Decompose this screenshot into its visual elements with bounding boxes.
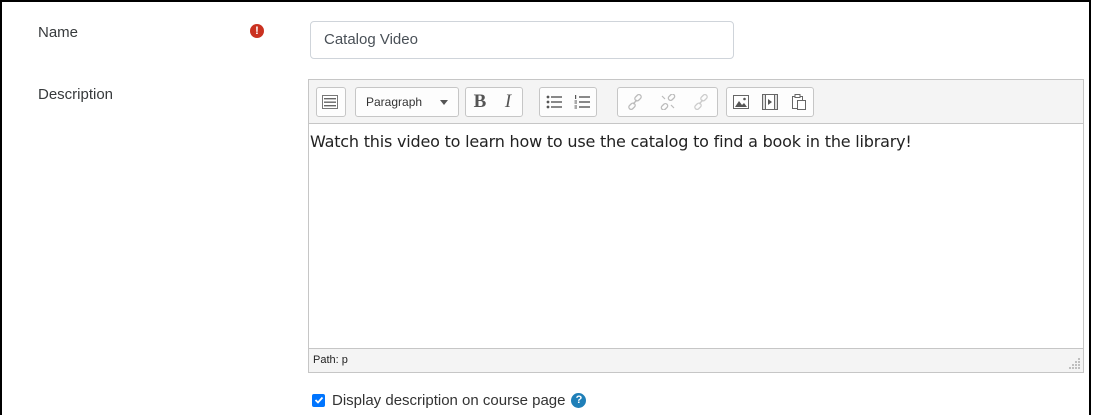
name-label: Name <box>38 24 79 41</box>
numbered-list-icon <box>574 95 590 109</box>
toolbar-toggle-button[interactable] <box>316 87 346 117</box>
image-icon <box>733 95 750 109</box>
bold-icon: B <box>473 91 487 112</box>
unlink-button[interactable] <box>651 88 684 116</box>
editor-content-area[interactable]: Watch this video to learn how to use the… <box>309 126 1083 347</box>
link-button[interactable] <box>618 88 651 116</box>
anchor-button[interactable] <box>684 88 717 116</box>
bullet-list-button[interactable] <box>540 88 568 116</box>
paste-icon <box>791 94 806 110</box>
chevron-down-icon <box>440 100 448 105</box>
media-group <box>726 87 814 117</box>
resize-handle-icon[interactable] <box>1069 358 1081 370</box>
display-description-row: Display description on course page ? <box>312 390 587 410</box>
media-button[interactable] <box>756 88 785 116</box>
format-select[interactable]: Paragraph <box>355 87 459 117</box>
bullet-list-icon <box>546 95 562 109</box>
help-icon[interactable]: ? <box>571 392 587 408</box>
italic-button[interactable]: I <box>494 88 522 116</box>
description-label: Description <box>38 86 114 103</box>
text-style-group: B I <box>465 87 523 117</box>
editor-toolbar: Paragraph B I <box>309 80 1083 124</box>
numbered-list-button[interactable] <box>568 88 596 116</box>
link-group <box>617 87 718 117</box>
format-select-value: Paragraph <box>366 95 423 109</box>
media-icon <box>762 94 778 110</box>
checkmark-icon <box>314 396 323 404</box>
editor-statusbar: Path: p <box>309 348 1083 372</box>
italic-icon: I <box>504 91 512 112</box>
toolbar-toggle-icon <box>317 88 343 116</box>
image-button[interactable] <box>727 88 756 116</box>
display-description-checkbox[interactable] <box>312 393 325 407</box>
required-icon: ! <box>250 24 264 38</box>
anchor-icon <box>693 94 708 110</box>
display-description-label[interactable]: Display description on course page <box>332 392 565 409</box>
unlink-icon <box>660 94 675 110</box>
editor-path: Path: p <box>313 354 348 366</box>
link-icon <box>627 94 642 110</box>
paste-button[interactable] <box>784 88 813 116</box>
description-editor: Paragraph B I Watch this video to learn … <box>308 79 1084 373</box>
list-group <box>539 87 597 117</box>
bold-button[interactable]: B <box>466 88 494 116</box>
name-input[interactable]: Catalog Video <box>310 21 734 59</box>
